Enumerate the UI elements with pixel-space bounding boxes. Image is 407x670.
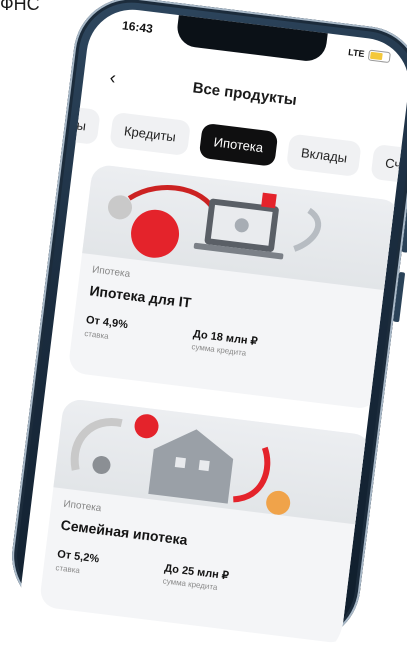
- rate-value: От 4,9%: [85, 314, 129, 332]
- battery-icon: [367, 49, 391, 64]
- tab-deposits[interactable]: Вклады: [286, 133, 363, 178]
- power-button: [401, 182, 407, 253]
- rate-caption: ставка: [83, 328, 110, 341]
- card-category: Ипотека: [91, 264, 131, 281]
- phone-mockup: 16:43 LTE ‹ Все продукты ы Кредиты Ипоте…: [0, 0, 407, 668]
- tab-accounts[interactable]: Сч: [370, 143, 407, 184]
- card-title: Семейная ипотека: [59, 516, 189, 548]
- notch: [175, 13, 329, 64]
- card-title: Ипотека для IT: [88, 282, 193, 311]
- card-category: Ипотека: [62, 498, 102, 515]
- product-card[interactable]: Ипотека Семейная ипотека От 5,2% ставка …: [38, 397, 373, 645]
- tab-credits[interactable]: Кредиты: [109, 111, 191, 157]
- rate-value: От 5,2%: [56, 548, 100, 566]
- network-indicator: LTE: [347, 47, 366, 59]
- tab-mortgage[interactable]: Ипотека: [198, 122, 279, 167]
- house-illustration-icon: [70, 414, 291, 515]
- volume-button: [393, 271, 406, 323]
- tab-partial-left[interactable]: ы: [61, 105, 102, 146]
- status-time: 16:43: [121, 18, 154, 36]
- rate-caption: ставка: [55, 563, 81, 576]
- app-screen: 16:43 LTE ‹ Все продукты ы Кредиты Ипоте…: [15, 4, 407, 668]
- laptop-illustration-icon: [108, 185, 322, 260]
- phone-frame: 16:43 LTE ‹ Все продукты ы Кредиты Ипоте…: [5, 0, 407, 668]
- product-card[interactable]: Ипотека Ипотека для IT От 4,9% ставка До…: [67, 163, 401, 410]
